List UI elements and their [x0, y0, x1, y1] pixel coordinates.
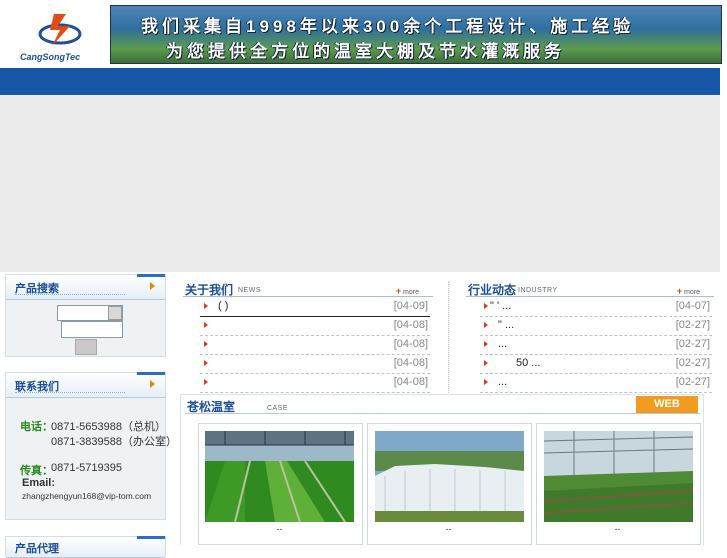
agent-title: 产品代理 [15, 543, 59, 555]
industry-title[interactable]: 行业动态 [468, 281, 516, 298]
industry-list: " ' ... [04-07] " ... [02-27] ... [02-27] 5… [480, 297, 712, 393]
greenhouse-image-1[interactable] [205, 431, 354, 522]
flash-banner-area [0, 95, 720, 272]
arrow-right-icon [150, 380, 155, 388]
agent-header: 产品代理 [6, 536, 165, 558]
greenhouse-image-3[interactable] [544, 431, 693, 522]
list-item[interactable]: ... [02-27] [480, 373, 712, 393]
greenhouse-image-2[interactable] [375, 431, 524, 522]
company-logo[interactable]: CangSongTec [20, 6, 100, 66]
phone-2: 0871-3839588（办公室） [51, 436, 177, 448]
industry-header: 行业动态 INDUSTRY + more [466, 281, 714, 297]
arrow-right-icon [150, 282, 155, 290]
search-button[interactable] [75, 339, 97, 355]
column-divider [448, 281, 450, 393]
industry-more-link[interactable]: + more [677, 286, 700, 296]
product-search-header: 产品搜索 [6, 274, 165, 300]
list-item[interactable]: [04-08] [200, 354, 430, 374]
web-button[interactable]: WEB [636, 396, 698, 413]
banner-line-1: 我们采集自1998年以来300余个工程设计、施工经验 [141, 17, 635, 36]
products-header: 苍松温室 CASE WEB [185, 396, 700, 415]
header-banner: 我们采集自1998年以来300余个工程设计、施工经验 为您提供全方位的温室大棚及… [110, 5, 722, 64]
product-caption[interactable]: -- [367, 524, 530, 534]
list-item[interactable]: ... [02-27] [480, 335, 712, 355]
logo-text: CangSongTec [20, 52, 81, 62]
industry-en: INDUSTRY [518, 287, 558, 294]
about-title[interactable]: 关于我们 [185, 281, 233, 298]
list-item[interactable]: " ... [02-27] [480, 316, 712, 336]
list-item[interactable]: ( ) [04-09] [200, 297, 430, 317]
list-item[interactable]: 50 ... [02-27] [480, 354, 712, 374]
list-item[interactable]: [04-08] [200, 316, 430, 336]
about-header: 关于我们 NEWS + more [183, 281, 433, 297]
products-title[interactable]: 苍松温室 [187, 398, 235, 415]
list-item[interactable]: " ' ... [04-07] [480, 297, 712, 317]
list-item[interactable]: [04-08] [200, 373, 430, 393]
banner-line-2: 为您提供全方位的温室大棚及节水灌溉服务 [166, 42, 565, 61]
fax-number: 0871-5719395 [51, 462, 122, 474]
about-more-link[interactable]: + more [396, 286, 419, 296]
list-item[interactable]: [04-08] [200, 335, 430, 355]
main-nav-bar [0, 68, 720, 95]
search-keyword-input[interactable] [61, 321, 123, 338]
product-caption[interactable]: -- [198, 524, 361, 534]
about-en: NEWS [238, 287, 261, 294]
contact-header: 联系我们 [6, 372, 165, 398]
select-dropdown-icon[interactable] [108, 306, 122, 320]
product-caption[interactable]: -- [536, 524, 699, 534]
email-link[interactable]: zhangzhengyun168@vip-tom.com [22, 491, 151, 501]
about-list: ( ) [04-09] [04-08] [04-08] [04-08] [04-0… [200, 297, 430, 393]
products-en: CASE [267, 405, 289, 412]
phone-1: 0871-5653988（总机） [51, 421, 166, 433]
email-label: Email: [22, 477, 56, 489]
fax-label: 传真： [20, 465, 53, 477]
agent-panel: 产品代理 [5, 536, 166, 558]
phone-label: 电话： [20, 421, 53, 433]
